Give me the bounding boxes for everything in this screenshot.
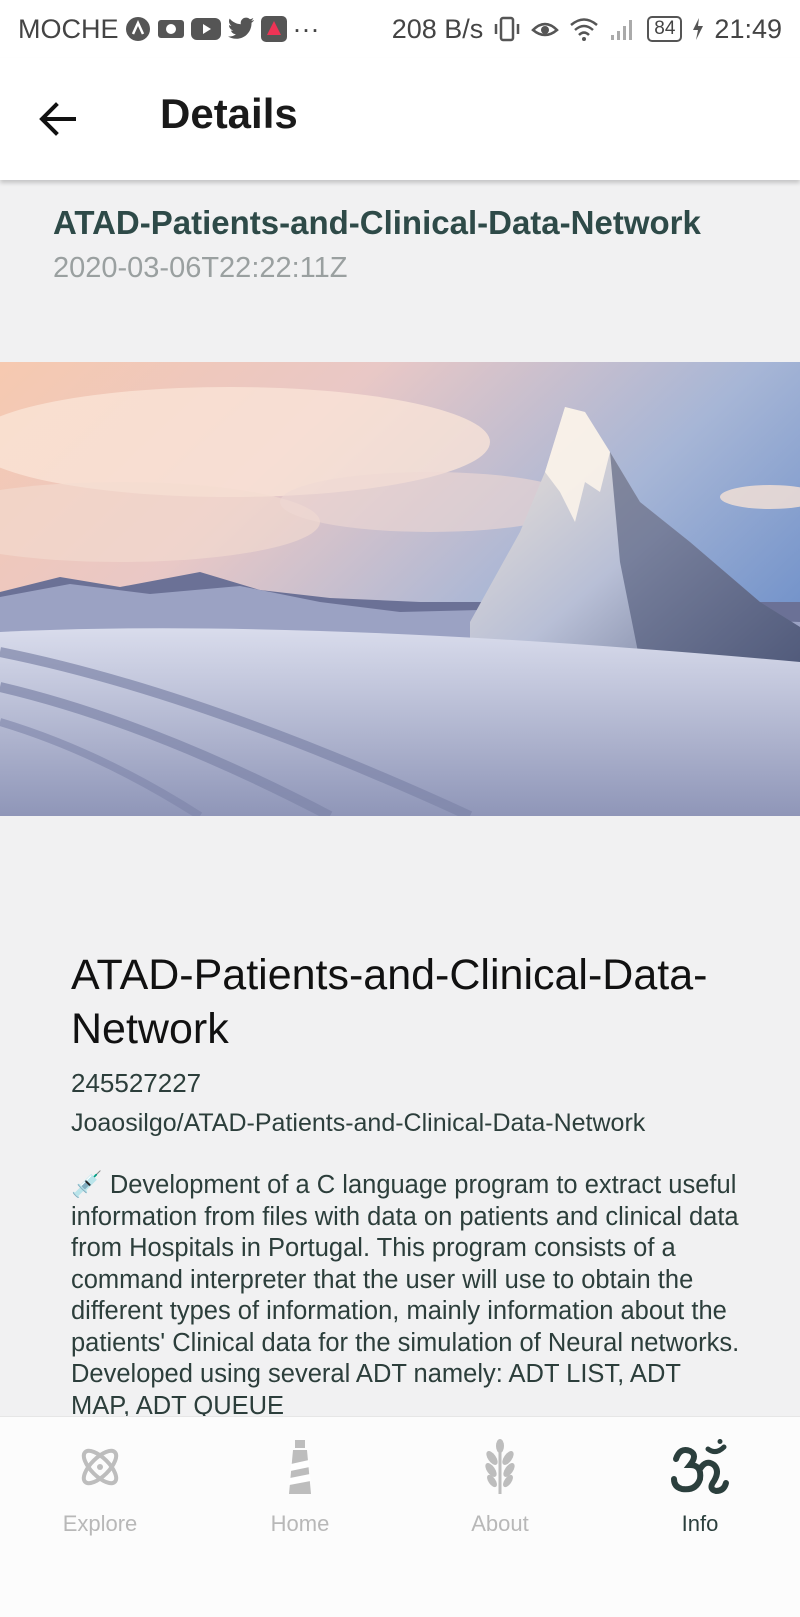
more-notifications-icon: ··· [292,13,320,44]
vibrate-icon [493,16,521,42]
arrow-left-icon [39,102,76,136]
photo-notification-icon [157,17,185,41]
nav-label-info: Info [681,1511,719,1536]
nav-item-about[interactable]: About [400,1435,600,1537]
repo-full-name: Joaosilgo/ATAD-Patients-and-Clinical-Dat… [71,1109,646,1137]
signal-icon [609,17,637,41]
page-title: Details [160,90,298,137]
details-section: ATAD-Patients-and-Clinical-Data-Network … [71,948,741,1138]
repo-description: 💉 Development of a C language program to… [71,1171,740,1420]
game-notification-icon [260,16,287,42]
nav-label-explore: Explore [62,1511,138,1536]
om-icon [600,1435,800,1499]
carrier-label: MOCHE [18,13,119,44]
clock: 21:49 [714,13,782,44]
repo-id: 245527227 [71,1068,202,1098]
back-button[interactable] [30,95,86,143]
network-speed: 208 B/s [391,13,484,44]
repo-header: ATAD-Patients-and-Clinical-Data-Network … [53,200,773,285]
bottom-navigation: Explore Home About Info [0,1416,800,1617]
youtube-icon [190,18,221,40]
nav-item-explore[interactable]: Explore [0,1435,200,1537]
app-bar: Details [0,58,800,180]
nav-item-info[interactable]: Info [600,1435,800,1537]
status-right: 208 B/s 84 21:49 [392,0,782,58]
twitter-icon [227,17,255,41]
status-left: MOCHE ··· [18,0,319,58]
status-bar: MOCHE ··· 208 B/s 84 21:49 [0,0,800,58]
app-notification-icon [125,16,151,42]
repo-date: 2020-03-06T22:22:11Z [53,252,348,284]
lighthouse-icon [200,1435,400,1499]
nav-item-home[interactable]: Home [200,1435,400,1537]
wheat-icon [400,1435,600,1499]
wifi-icon [569,17,599,41]
charging-icon [692,18,704,40]
hero-image [0,362,800,816]
nav-label-home: Home [270,1511,330,1536]
eye-comfort-icon [531,18,560,40]
battery-indicator: 84 [647,16,683,42]
repo-name: ATAD-Patients-and-Clinical-Data-Network [53,204,701,241]
details-title: ATAD-Patients-and-Clinical-Data-Network [71,951,708,1053]
atom-icon [0,1435,200,1499]
nav-label-about: About [471,1511,529,1536]
